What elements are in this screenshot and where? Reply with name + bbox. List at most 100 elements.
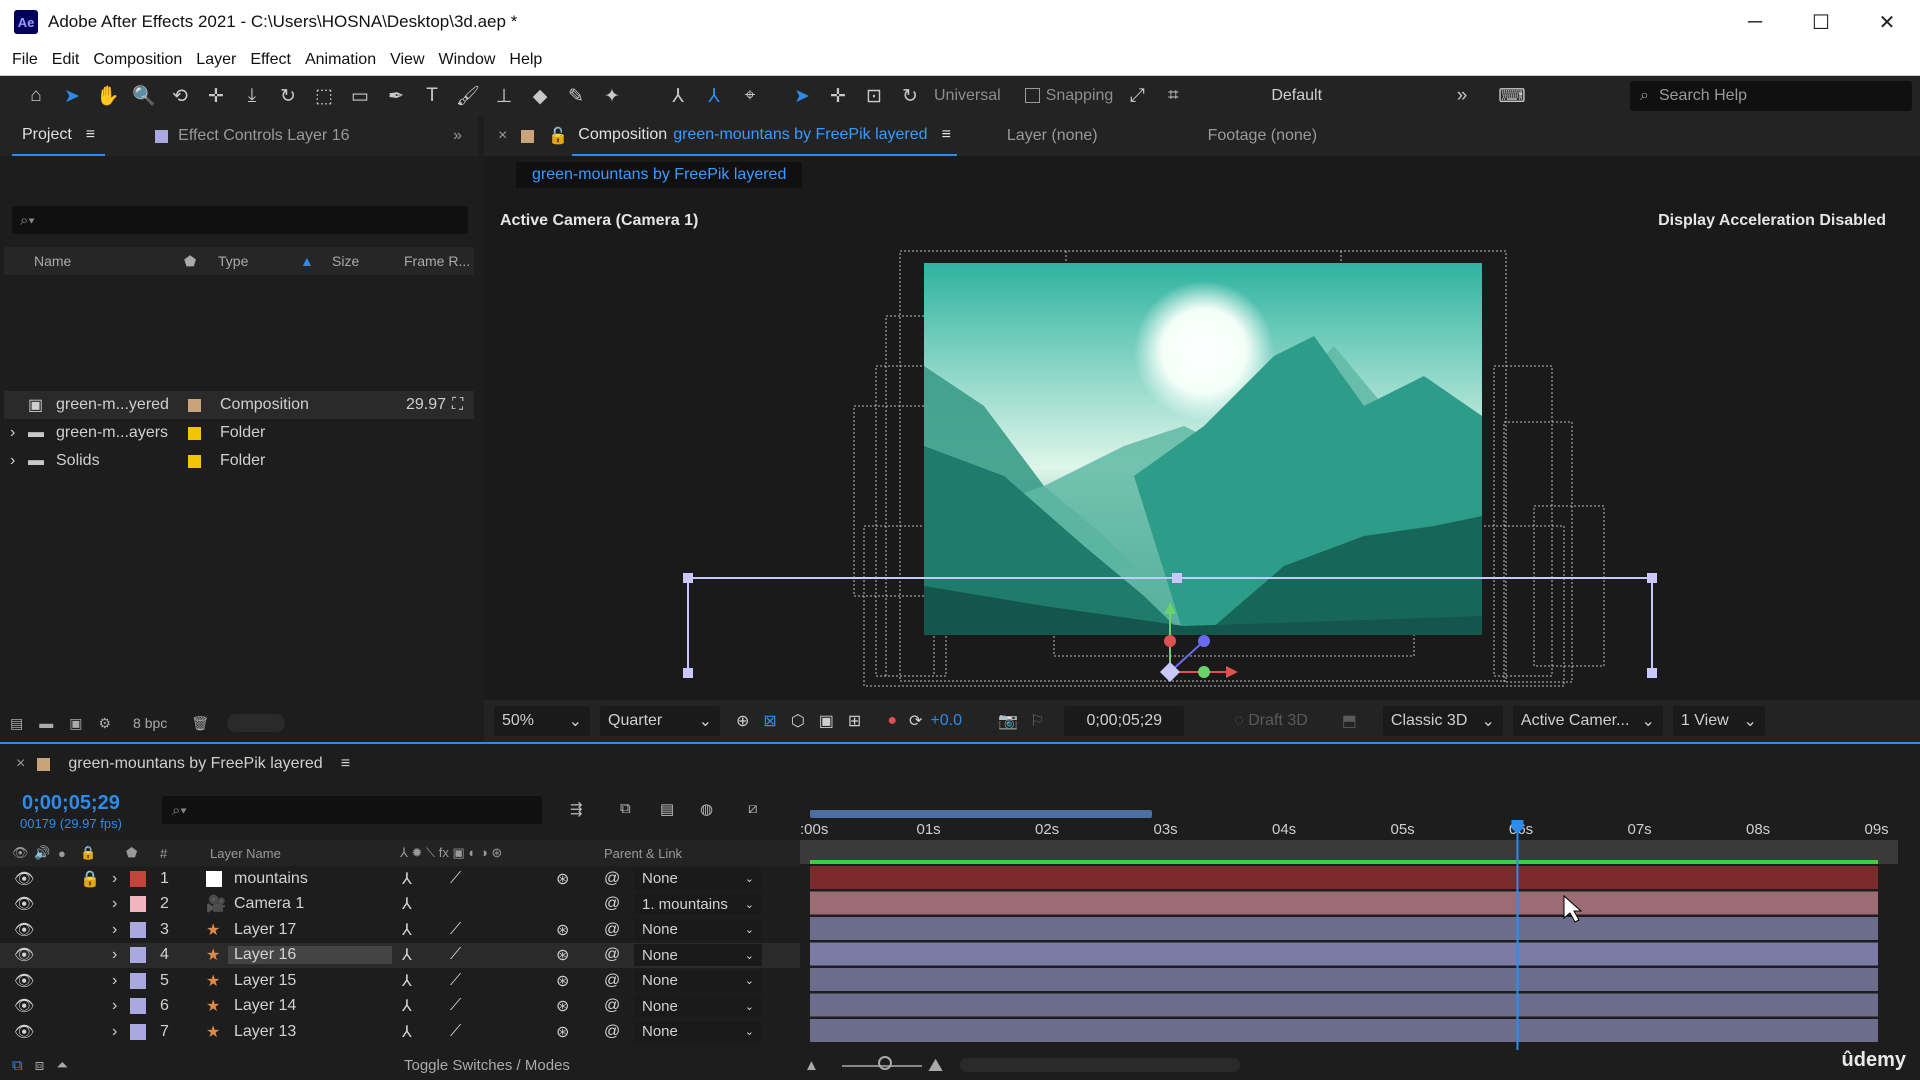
eye-icon[interactable]: 👁 xyxy=(14,1022,34,1042)
universal-select-icon[interactable]: ➤ xyxy=(784,78,820,114)
selection-tool-icon[interactable]: ➤ xyxy=(54,78,90,114)
maximize-icon[interactable]: ☐ xyxy=(1788,0,1854,44)
quality-icon[interactable]: ⟋ xyxy=(450,870,461,888)
adjust-settings-icon[interactable]: ⚙ xyxy=(98,715,111,732)
search-help-input[interactable]: ⌕ Search Help xyxy=(1630,81,1912,111)
layer-tracks[interactable] xyxy=(800,840,1898,1050)
layer-duration-bar[interactable] xyxy=(810,891,1878,915)
draft-3d-icon[interactable]: ⧉ xyxy=(620,800,631,817)
label-color-swatch[interactable] xyxy=(130,921,146,938)
snapping-toggle[interactable]: Snapping xyxy=(1024,87,1113,105)
layer-duration-bar[interactable] xyxy=(810,993,1878,1017)
quality-icon[interactable]: ⟋ xyxy=(450,921,461,939)
in-out-icon[interactable]: ⏶ xyxy=(56,1057,68,1074)
label-color-swatch[interactable] xyxy=(130,947,146,963)
edit-workspace-icon[interactable]: ⌨ xyxy=(1494,78,1530,114)
chevron-right-icon[interactable]: › xyxy=(112,997,117,1015)
pick-whip-icon[interactable]: @ xyxy=(604,921,620,939)
menu-window[interactable]: Window xyxy=(439,51,496,69)
col-size[interactable]: Size xyxy=(332,253,359,269)
3d-layer-icon[interactable]: ⊛ xyxy=(556,996,569,1016)
draft-3d-toggle[interactable]: ◌ Draft 3D xyxy=(1234,712,1308,730)
shy-icon[interactable]: ⅄ xyxy=(402,869,412,889)
layer-row[interactable]: 👁 › 4 ★ Layer 16 ⅄ ⟋ ⊛ @ None ⌄ xyxy=(0,942,800,968)
rotation-tool-icon[interactable]: ↻ xyxy=(270,78,306,114)
zoom-dropdown[interactable]: 50% ⌄ xyxy=(494,706,590,736)
view-layout-dropdown[interactable]: 1 View ⌄ xyxy=(1672,706,1765,736)
menu-layer[interactable]: Layer xyxy=(196,51,236,69)
shy-icon[interactable]: ⅄ xyxy=(402,996,412,1016)
universal-rotate-icon[interactable]: ↻ xyxy=(892,78,928,114)
layer-row[interactable]: 👁 › 6 ★ Layer 14 ⅄ ⟋ ⊛ @ None ⌄ xyxy=(0,994,800,1019)
chevron-right-icon[interactable]: › xyxy=(112,972,117,990)
exposure-value[interactable]: +0.0 xyxy=(930,712,962,730)
solo-icon[interactable]: ● xyxy=(58,846,66,861)
layer-row[interactable]: 👁 › 3 ★ Layer 17 ⅄ ⟋ ⊛ @ None ⌄ xyxy=(0,917,800,942)
layer-name[interactable]: Layer 15 xyxy=(234,972,296,990)
shy-icon[interactable]: ⅄ xyxy=(402,1022,412,1042)
flowchart-icon[interactable]: ⛶ xyxy=(452,396,463,414)
world-axis-icon[interactable]: ⅄ xyxy=(696,78,732,114)
parent-dropdown[interactable]: None ⌄ xyxy=(634,995,762,1017)
layer-name[interactable]: Layer 13 xyxy=(234,1023,296,1041)
shy-icon[interactable]: ⅄ xyxy=(402,920,412,940)
pan-tool-icon[interactable]: ✛ xyxy=(198,78,234,114)
project-search-input[interactable]: ⌕▾ xyxy=(12,206,468,234)
layer-row[interactable]: 👁 › 5 ★ Layer 15 ⅄ ⟋ ⊛ @ None ⌄ xyxy=(0,968,800,993)
layer-duration-bar[interactable] xyxy=(810,942,1878,966)
comp-flowchart-icon[interactable]: ⇶ xyxy=(570,800,583,818)
layer-duration-bar[interactable] xyxy=(810,968,1878,991)
layer-duration-bar[interactable] xyxy=(810,1019,1878,1042)
col-frame-rate[interactable]: Frame R... xyxy=(404,253,470,269)
camera-handle[interactable] xyxy=(683,668,693,678)
layer-name[interactable]: Layer 16 xyxy=(228,946,392,964)
label-tag-icon[interactable]: ⬟ xyxy=(126,845,137,861)
workspace-label[interactable]: Default xyxy=(1271,87,1322,105)
shy-icon[interactable]: ⅄ xyxy=(402,945,412,965)
layer-row[interactable]: 👁 › 7 ★ Layer 13 ⅄ ⟋ ⊛ @ None ⌄ xyxy=(0,1019,800,1044)
minimize-icon[interactable]: ─ xyxy=(1722,0,1788,44)
local-axis-icon[interactable]: ⅄ xyxy=(660,78,696,114)
parent-dropdown[interactable]: None ⌄ xyxy=(634,918,762,941)
label-color-swatch[interactable] xyxy=(130,1023,146,1040)
label-color-swatch[interactable] xyxy=(130,972,146,989)
sort-ascending-icon[interactable]: ▲ xyxy=(300,253,314,269)
chevron-right-icon[interactable]: › xyxy=(10,424,15,442)
close-tab-icon[interactable]: × xyxy=(498,127,507,145)
quality-icon[interactable]: ⟋ xyxy=(450,972,461,990)
graph-editor-icon[interactable]: ⧄ xyxy=(748,800,758,817)
quality-icon[interactable]: ⟋ xyxy=(450,946,461,964)
layer-row[interactable]: 👁 › 2 🎥 Camera 1 ⅄ @1. mountains ⌄ xyxy=(0,892,800,917)
pick-whip-icon[interactable]: @ xyxy=(604,870,620,888)
parent-dropdown[interactable]: None ⌄ xyxy=(634,1020,762,1043)
parent-dropdown[interactable]: None ⌄ xyxy=(634,969,762,992)
timeline-timecode[interactable]: 0;00;05;29 xyxy=(22,792,120,815)
anchor-point-handle[interactable] xyxy=(1172,573,1182,583)
parent-dropdown[interactable]: None ⌄ xyxy=(634,867,762,890)
parent-dropdown[interactable]: None ⌄ xyxy=(634,944,762,966)
chevron-right-icon[interactable]: › xyxy=(112,895,117,913)
pick-whip-icon[interactable]: @ xyxy=(604,1023,620,1041)
tab-footage[interactable]: Footage (none) xyxy=(1198,116,1327,156)
tab-composition[interactable]: Composition green-mountans by FreePik la… xyxy=(572,116,957,156)
zoom-slider-thumb[interactable] xyxy=(878,1056,892,1070)
label-color-swatch[interactable] xyxy=(130,998,146,1014)
quality-icon[interactable]: ⟋ xyxy=(450,1023,461,1041)
3d-layer-icon[interactable]: ⊛ xyxy=(556,869,569,889)
transparency-grid-icon[interactable]: ⊠ xyxy=(763,711,776,731)
resolution-dropdown[interactable]: Quarter ⌄ xyxy=(600,706,720,736)
show-snapshot-icon[interactable]: ⚐ xyxy=(1030,711,1044,731)
chevron-right-icon[interactable]: › xyxy=(112,921,117,939)
transfer-controls-icon[interactable]: ⧈ xyxy=(35,1057,45,1074)
col-name[interactable]: Name xyxy=(34,253,71,269)
trash-icon[interactable]: 🗑 xyxy=(191,715,209,732)
lock-icon[interactable]: 🔒 xyxy=(80,845,96,861)
panel-menu-icon[interactable]: ≡ xyxy=(942,126,951,144)
time-ruler[interactable]: :00s01s02s03s04s05s06s07s08s09s xyxy=(800,806,1898,840)
snapping-checkbox[interactable] xyxy=(1024,88,1040,104)
menu-edit[interactable]: Edit xyxy=(52,51,80,69)
tab-project[interactable]: Project ≡ xyxy=(12,116,106,156)
camera-handle[interactable] xyxy=(1647,668,1657,678)
layer-name[interactable]: Camera 1 xyxy=(234,895,304,913)
hand-tool-icon[interactable]: ✋ xyxy=(90,78,126,114)
